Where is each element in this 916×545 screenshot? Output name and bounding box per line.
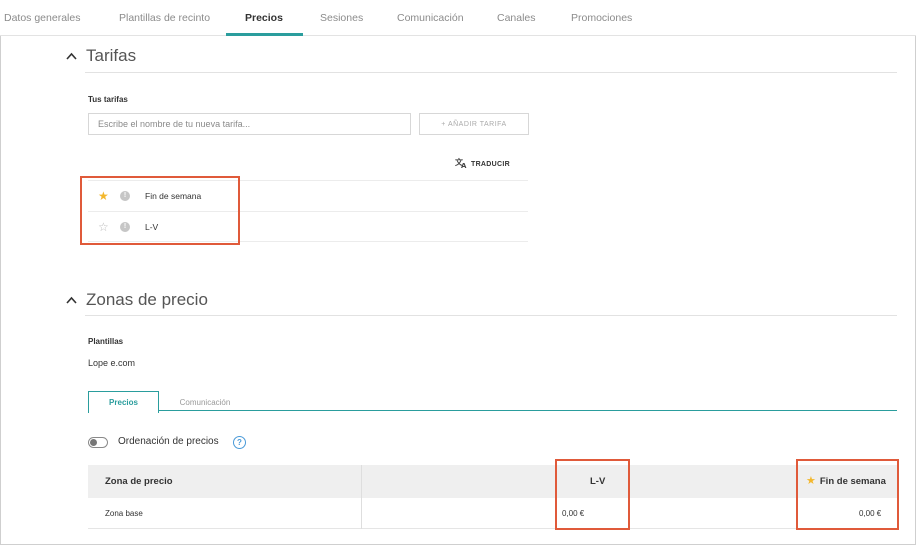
sort-prices-toggle[interactable] — [88, 437, 108, 448]
highlight-box-lv-column — [555, 459, 630, 530]
table-row: Zona base 0,00 € 0,00 € — [88, 498, 897, 529]
subtab-baseline — [159, 410, 897, 411]
column-divider — [361, 465, 362, 498]
zonas-section-header[interactable]: Zonas de precio — [66, 290, 208, 310]
divider — [85, 315, 897, 316]
highlight-box-fin-de-semana-column — [796, 459, 899, 530]
help-icon[interactable]: ? — [233, 436, 246, 449]
tab-canales[interactable]: Canales — [497, 0, 536, 36]
highlight-box-rates — [80, 176, 240, 245]
tab-plantillas-de-recinto[interactable]: Plantillas de recinto — [119, 0, 210, 36]
translate-icon: 文A — [455, 157, 468, 171]
tab-precios[interactable]: Precios — [245, 0, 283, 36]
svg-text:A: A — [461, 162, 467, 168]
plantilla-value: Lope e.com — [88, 358, 136, 368]
sort-prices-label: Ordenación de precios — [118, 436, 219, 447]
tab-promociones[interactable]: Promociones — [571, 0, 632, 36]
table-header: Zona de precio L-V ★ Fin de semana — [88, 465, 897, 498]
translate-label: TRADUCIR — [471, 160, 510, 168]
tab-comunicacion[interactable]: Comunicación — [397, 0, 464, 36]
chevron-up-icon[interactable] — [66, 49, 78, 63]
tarifas-title: Tarifas — [86, 46, 137, 65]
subtab-precios[interactable]: Precios — [88, 391, 159, 413]
add-rate-button[interactable]: + AÑADIR TARIFA — [419, 113, 529, 135]
zonas-title: Zonas de precio — [86, 290, 208, 309]
cell-zona: Zona base — [105, 509, 143, 518]
translate-button[interactable]: 文A TRADUCIR — [455, 157, 510, 171]
plantillas-label: Plantillas — [88, 337, 124, 346]
divider — [85, 72, 897, 73]
chevron-up-icon[interactable] — [66, 293, 78, 307]
column-divider — [361, 498, 362, 529]
tus-tarifas-label: Tus tarifas — [88, 95, 128, 104]
toggle-knob — [90, 439, 97, 446]
top-tab-bar: Datos generales Plantillas de recinto Pr… — [0, 0, 916, 36]
tarifas-section-header[interactable]: Tarifas — [66, 46, 136, 66]
window-frame — [0, 0, 916, 545]
active-tab-indicator — [226, 33, 303, 36]
column-header-zona: Zona de precio — [105, 476, 173, 487]
new-rate-input[interactable] — [88, 113, 411, 135]
tab-sesiones[interactable]: Sesiones — [320, 0, 363, 36]
tab-datos-generales[interactable]: Datos generales — [4, 0, 80, 36]
